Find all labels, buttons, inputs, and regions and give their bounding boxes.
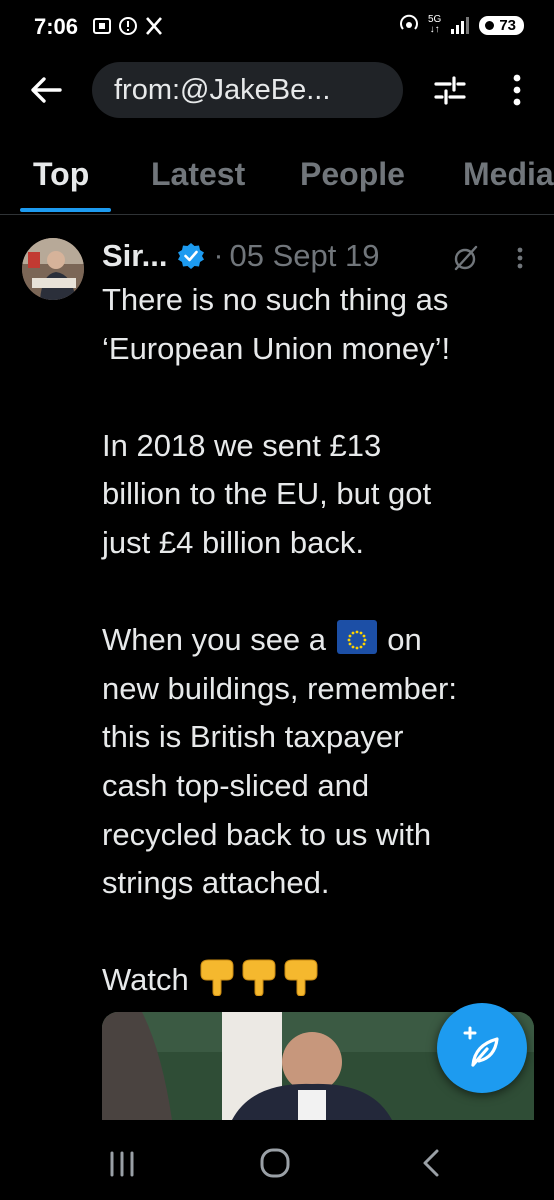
avatar[interactable] — [22, 238, 84, 300]
recent-apps-icon[interactable] — [108, 1150, 136, 1178]
hotspot-icon — [400, 14, 418, 30]
more-vertical-icon — [513, 74, 521, 106]
status-notification-icons — [92, 16, 164, 36]
avatar-photo — [22, 238, 84, 300]
battery-icon: 73 — [479, 15, 524, 35]
tab-people[interactable]: People — [300, 156, 405, 193]
tweet-line: billion to the EU, but got — [102, 476, 432, 512]
tweet-line — [102, 908, 532, 957]
alert-icon — [119, 17, 137, 35]
status-time: 7:06 — [34, 14, 79, 39]
search-header: from:@JakeBe... — [0, 58, 554, 122]
status-bar: 7:06 5G ↓↑ 73 — [0, 0, 554, 52]
status-system-icons: 5G ↓↑ 73 — [398, 14, 524, 36]
tweet-line: just £4 billion back. — [102, 524, 364, 560]
pointing-down-emojis — [197, 956, 327, 1011]
nav-back-icon[interactable] — [420, 1148, 442, 1178]
signal-icon — [451, 17, 470, 34]
tweet-line: strings attached. — [102, 865, 330, 901]
active-tab-indicator — [20, 208, 111, 212]
tab-media[interactable]: Media — [463, 156, 554, 193]
tweet-line: In 2018 we sent £13 — [102, 427, 382, 463]
eu-flag-icon — [336, 620, 377, 655]
verified-badge-icon — [178, 243, 205, 269]
back-button[interactable] — [26, 72, 66, 108]
search-filter-button[interactable] — [430, 72, 470, 108]
tweet-date[interactable]: 05 Sept 19 — [229, 238, 379, 274]
search-tabs: Top Latest People Media — [0, 140, 554, 215]
tweet-line: this is British taxpayer — [102, 719, 404, 755]
author-name[interactable]: Sir... — [102, 238, 167, 274]
tweet-line: recycled back to us with — [102, 816, 432, 852]
search-input[interactable]: from:@JakeBe... — [92, 62, 403, 118]
search-query: from:@JakeBe... — [114, 73, 331, 106]
tab-top[interactable]: Top — [33, 156, 89, 193]
home-icon[interactable] — [258, 1146, 292, 1180]
x-logo-icon — [146, 17, 162, 35]
tweet-line-with-flag: When you see a on — [102, 620, 422, 658]
tweet-line: ‘European Union money’! — [102, 330, 451, 366]
system-nav-bar — [0, 1120, 554, 1200]
back-arrow-icon — [31, 77, 62, 103]
tweet-header: Sir... · 05 Sept 19 — [102, 236, 379, 276]
compose-post-button[interactable] — [437, 1003, 527, 1093]
tweet-line: cash top-sliced and — [102, 767, 370, 803]
more-options-button[interactable] — [504, 72, 530, 108]
header-separator: · — [213, 239, 224, 272]
tweet-more-icon[interactable] — [512, 244, 528, 272]
tweet-line — [102, 568, 532, 617]
network-type: 5G ↓↑ — [427, 14, 442, 35]
tweet-line: new buildings, remember: — [102, 670, 457, 706]
tab-latest[interactable]: Latest — [151, 156, 245, 193]
filter-sliders-icon — [434, 76, 466, 105]
tweet-line: There is no such thing as — [102, 282, 449, 317]
tweet-text: There is no such thing as ‘European Unio… — [102, 276, 532, 1011]
tweet[interactable]: Sir... · 05 Sept 19 There is no such thi… — [0, 214, 554, 1120]
compose-feather-icon — [463, 1026, 499, 1067]
tweet-line — [102, 373, 532, 422]
screen: 7:06 5G ↓↑ 73 from:@JakeBe... Top Latest… — [0, 0, 554, 1200]
screenshot-icon — [93, 18, 111, 34]
grok-slash-icon[interactable] — [452, 244, 480, 272]
